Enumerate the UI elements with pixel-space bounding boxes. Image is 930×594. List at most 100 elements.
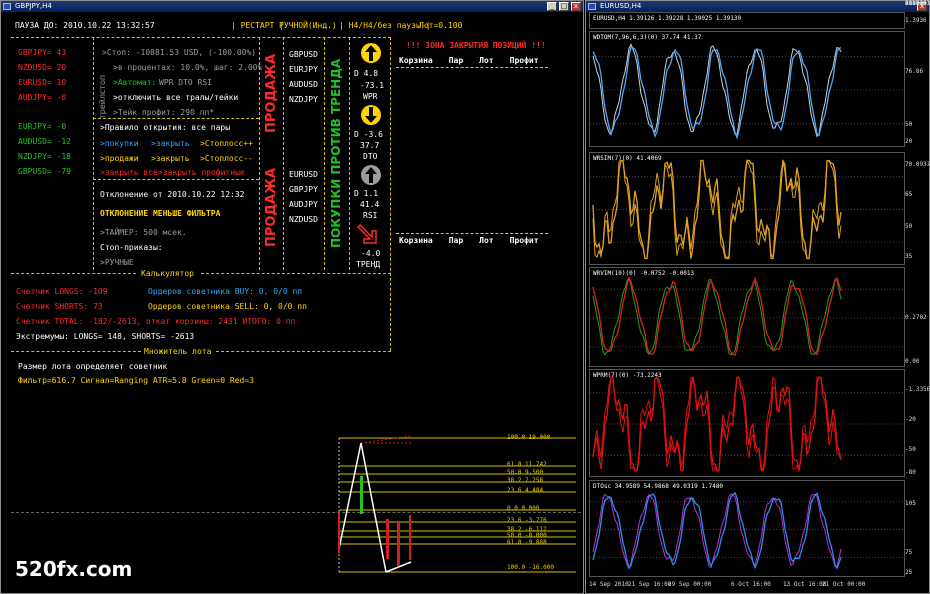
pair-strength[interactable]: AUDJPY= -0	[18, 93, 66, 102]
price-axis-label: 0.00	[905, 358, 920, 365]
zone-title: !!! ЗОНА ЗАКРЫТИЯ ПОЗИЦИЙ !!!	[406, 41, 546, 50]
pair-strength[interactable]: NZDUSD= 20	[18, 63, 66, 72]
indicator-panel[interactable]: WRSIM(7)(0) 41.4069	[589, 152, 905, 265]
manual-button[interactable]: >РУЧНЫЕ	[100, 258, 134, 267]
deviation-label: Отклонение от 2010.10.22 12:32	[100, 190, 245, 199]
buys-button[interactable]: >покупки	[100, 139, 139, 148]
fibonacci-drawing	[338, 435, 576, 574]
close-profitable-button[interactable]: >закрыть профитные	[158, 168, 245, 177]
calculator-label: Калькулятор	[141, 269, 194, 278]
sell-pair[interactable]: GBPJPY	[289, 182, 318, 197]
pause-until-label: ПАУЗА ДО: 2010.10.22 13:32:57	[15, 21, 155, 30]
chart-icon	[3, 3, 11, 10]
time-axis-label: 21 Oct 00:00	[822, 581, 866, 588]
left-chart-window[interactable]: GBPJPY,H4 _ □ x ПАУЗА ДО: 2010.10.22 13:…	[0, 0, 584, 594]
signal-rsi-value: 41.4	[360, 200, 380, 209]
watermark-logo: 520fx.com	[15, 557, 133, 581]
close-all-button[interactable]: >закрыть все	[100, 168, 158, 177]
price-axis-label: 50	[905, 121, 913, 128]
close-sells-button[interactable]: >закрыть	[151, 154, 190, 163]
open-rule-label[interactable]: >Правило открытия: все пары	[100, 123, 230, 132]
sell-pair[interactable]: NZDJPY	[289, 92, 318, 107]
signal-trend-value: -4.0	[361, 249, 381, 258]
sell-label-1: ПРОДАЖА	[264, 53, 279, 133]
sell-pairs-2: EURUSD GBPJPY AUDJPY NZDUSD	[289, 167, 318, 227]
signal-wpr-value: -73.1	[360, 81, 385, 90]
arrow-up-icon	[361, 43, 381, 63]
deviation-message: ОТКЛОНЕНИЕ МЕНЬШЕ ФИЛЬТРА	[100, 209, 221, 218]
stoploss-plus-button[interactable]: >Стоплосс++	[200, 139, 253, 148]
signal-wpr-d: D 4.8	[354, 69, 379, 78]
pair-strength[interactable]: NZDJPY= -18	[18, 152, 71, 161]
signal-trend-name: ТРЕНД	[356, 260, 381, 269]
arrow-down-icon	[361, 105, 381, 125]
price-axis-label: 70.0937	[905, 161, 930, 168]
sell-pair[interactable]: EURJPY	[289, 62, 318, 77]
indicator-panel[interactable]: WRVIM(10)(0) -0.0752 -0.0013	[589, 267, 905, 367]
sell-pair[interactable]: AUDUSD	[289, 77, 318, 92]
right-window-titlebar[interactable]: EURUSD,H4 x	[586, 1, 929, 12]
percent-step: >в процентах: 10.0%, шаг: 2.00%	[113, 63, 263, 72]
minimize-button[interactable]: _	[547, 2, 557, 11]
signal-dto-d: D -3.6	[354, 130, 383, 139]
time-axis-label: 29 Sep 00:00	[668, 581, 712, 588]
sell-pair[interactable]: EURUSD	[289, 167, 318, 182]
basket-table-header-2: Корзина Пар Лот Профит	[399, 236, 539, 245]
price-axis-label: 105	[905, 500, 916, 507]
pair-strength[interactable]: EURJPY= -0	[18, 122, 66, 131]
signal-dto-name: DTO	[363, 152, 378, 161]
indicator-panel[interactable]: WDTOM(7,96,6,3)(0) 37.74 41.37	[589, 31, 905, 147]
signal-wpr-name: WPR	[363, 92, 378, 101]
price-axis-label: -20	[905, 416, 916, 423]
fib-level-label: 100.0 -16.000	[507, 564, 554, 571]
close-buys-button[interactable]: >закрыть	[151, 139, 190, 148]
sell-pair[interactable]: AUDJPY	[289, 197, 318, 212]
take-profit-label[interactable]: >Тейк профит: 290 пп*	[113, 108, 214, 117]
filter-info: Фильтр=616.7 Сигнал=Ranging ATR=5.8 Gree…	[18, 376, 255, 385]
counter-longs: Счетчик LONGS: -109	[16, 287, 108, 296]
indicator-line-plot	[590, 158, 904, 260]
stoploss-minus-button[interactable]: >Стоплосс--	[200, 154, 253, 163]
sells-button[interactable]: >продажи	[100, 154, 139, 163]
time-axis-label: 14 Sep 2010	[589, 581, 629, 588]
restart-button[interactable]: | РЕСТАРТ |	[231, 21, 284, 30]
pair-strength[interactable]: AUDUSD= -12	[18, 137, 71, 146]
chart-icon	[588, 3, 596, 10]
fib-level-label: 100.0 19.000	[507, 434, 551, 441]
mode-label[interactable]: РУЧНОЙ(Инд.)	[279, 21, 337, 30]
trailing-stop-label: трейлстоп	[98, 74, 107, 119]
auto-mode-options[interactable]: WPR DTO RSI	[159, 78, 212, 87]
sell-pair[interactable]: GBPUSD	[289, 47, 318, 62]
fib-level-label: 50.0 -8.000	[507, 532, 547, 539]
sell-pair[interactable]: NZDUSD	[289, 212, 318, 227]
counter-total: Счетчик TOTAL: -182/-2613, откат корзины…	[16, 317, 296, 326]
indicator-panel[interactable]: WPRM(7)(0) -73.2243	[589, 369, 905, 477]
left-window-title: GBPJPY,H4	[15, 2, 52, 10]
indicator-line-plot	[590, 491, 904, 570]
fib-level-label: 61.8 11.742	[507, 461, 547, 468]
pair-strength[interactable]: GBPUSD= -79	[18, 167, 71, 176]
stop-level: >Стоп: -10881.53 USD, (-100.00%)	[102, 48, 257, 57]
auto-mode-label[interactable]: >Автомат:	[113, 78, 156, 87]
price-axis-label: 75	[905, 549, 913, 556]
signal-dto-value: 37.7	[360, 141, 380, 150]
fib-level-label: 23.6 4.484	[507, 487, 544, 494]
disable-trails-button[interactable]: >отключить все тралы/тейки	[113, 93, 238, 102]
sell-orders: Ордеров советника SELL: 0, 0/0 пп	[148, 302, 307, 311]
pair-strength[interactable]: GBPJPY= 43	[18, 48, 66, 57]
sell-label-2: ПРОДАЖА	[264, 167, 279, 247]
price-axis-label: 50	[905, 223, 913, 230]
price-axis-label: 0.00	[905, 0, 920, 7]
left-window-titlebar[interactable]: GBPJPY,H4 _ □ x	[1, 1, 583, 12]
maximize-button[interactable]: □	[559, 2, 569, 11]
indicator-line-plot	[590, 276, 904, 357]
indicator-panel[interactable]: EURUSD,H4 1.39126 1.39228 1.39025 1.3913…	[589, 12, 905, 29]
time-axis-label: 6 Oct 16:00	[731, 581, 771, 588]
counter-shorts: Счетчик SHORTS: 73	[16, 302, 103, 311]
timer-label[interactable]: >ТАЙМЕР: 500 мсек.	[100, 228, 187, 237]
counter-trend-buys-label: ПОКУПКИ ПРОТИВ ТРЕНДА	[329, 58, 343, 248]
indicator-panel[interactable]: DTOsc 34.9589 54.9868 49.0319 1.7480	[589, 480, 905, 577]
close-button[interactable]: x	[571, 2, 581, 11]
buy-orders: Ордеров советника BUY: 0, 0/0 пп	[148, 287, 303, 296]
pair-strength[interactable]: EURUSD= 10	[18, 78, 66, 87]
